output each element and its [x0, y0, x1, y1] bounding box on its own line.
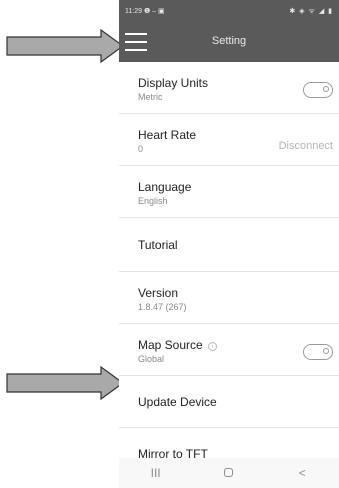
callout-arrow-menu	[6, 29, 125, 63]
status-right-icons: ✱ ◈ ᯤ ◢ ▮	[289, 7, 333, 15]
setting-label: Map Source	[138, 338, 203, 352]
status-bar: 11:29 ❶ – ▣ ✱ ◈ ᯤ ◢ ▮	[119, 0, 339, 22]
setting-label: Version	[138, 286, 179, 300]
setting-update-device[interactable]: Update Device	[119, 376, 339, 428]
setting-heart-rate[interactable]: Heart Rate 0 Disconnect	[119, 114, 339, 166]
disconnect-button[interactable]: Disconnect	[279, 140, 333, 152]
page-title: Setting	[211, 35, 247, 47]
status-left-icons: ❶ – ▣	[143, 8, 165, 15]
home-button[interactable]	[214, 466, 244, 480]
setting-value: English	[138, 196, 168, 206]
info-icon[interactable]: i	[208, 342, 218, 351]
setting-language[interactable]: Language English	[119, 166, 339, 218]
home-icon	[224, 468, 234, 477]
setting-map-source[interactable]: Map Source i Global	[119, 324, 339, 376]
setting-tutorial[interactable]: Tutorial	[119, 218, 339, 272]
map-source-toggle[interactable]	[303, 344, 333, 360]
recents-button[interactable]: III	[141, 466, 171, 480]
phone-screen: 11:29 ❶ – ▣ ✱ ◈ ᯤ ◢ ▮ Setting Display Un…	[119, 0, 339, 488]
setting-label: Update Device	[138, 394, 217, 409]
setting-value: 1.8.47 (267)	[138, 302, 187, 312]
app-bar: Setting	[119, 22, 339, 62]
setting-label: Language	[138, 180, 192, 194]
display-units-toggle[interactable]	[303, 82, 333, 98]
status-time: 11:29	[125, 8, 142, 15]
callout-arrow-update-device	[6, 366, 125, 400]
setting-version: Version 1.8.47 (267)	[119, 272, 339, 324]
setting-label: Tutorial	[138, 237, 178, 252]
back-button[interactable]: <	[287, 466, 317, 480]
setting-display-units[interactable]: Display Units Metric	[119, 62, 339, 114]
settings-list: Display Units Metric Heart Rate 0 Discon…	[119, 62, 339, 480]
android-nav-bar: III <	[119, 458, 339, 488]
status-left: 11:29 ❶ – ▣	[125, 7, 165, 15]
